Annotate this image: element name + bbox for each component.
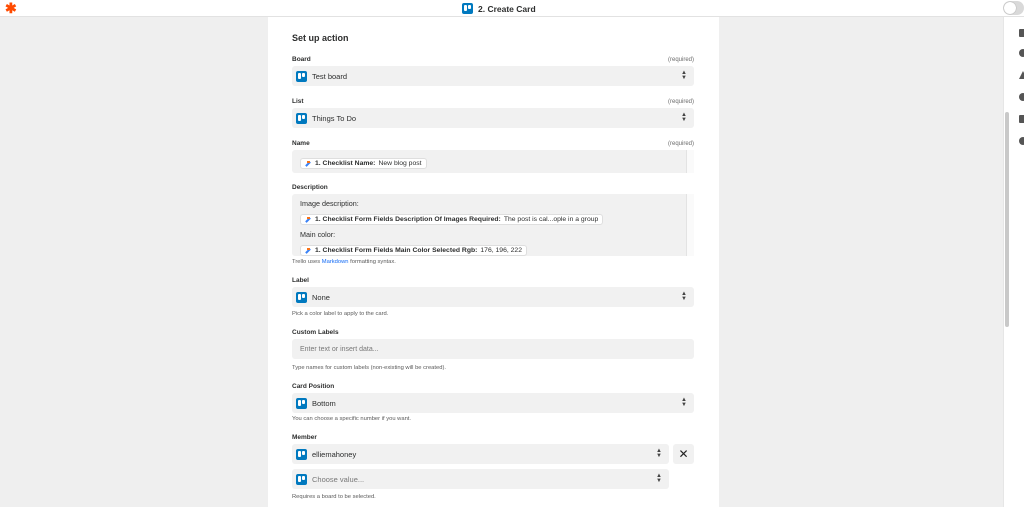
description-hint: Trello uses Markdown formatting syntax. [292, 259, 396, 265]
label-select[interactable]: None ▲ ▼ [292, 287, 694, 307]
list-required: (required) [667, 99, 694, 105]
markdown-link[interactable]: Markdown [322, 259, 349, 265]
sidebar-icon-4[interactable] [1019, 93, 1024, 101]
board-select[interactable]: Test board ▲ ▼ [292, 66, 694, 86]
description-line-1: Image description: [300, 199, 359, 208]
zapier-logo-icon[interactable]: ✱ [5, 1, 18, 15]
trello-icon [296, 112, 307, 124]
custom-labels-label: Custom Labels [292, 329, 339, 336]
description-line-2: Main color: [300, 230, 336, 239]
board-required: (required) [667, 57, 694, 63]
sidebar-icon-2[interactable] [1019, 49, 1024, 57]
name-pill[interactable]: 1. Checklist Name: New blog post [300, 158, 427, 169]
card-position-label: Card Position [292, 383, 335, 390]
description-label: Description [292, 184, 328, 191]
member-select[interactable]: elliemahoney ▲ ▼ [292, 444, 669, 464]
trello-icon [296, 291, 307, 303]
trello-icon [296, 448, 307, 460]
right-sidebar [1003, 17, 1024, 507]
card-position-select[interactable]: Bottom ▲ ▼ [292, 393, 694, 413]
name-required: (required) [667, 141, 694, 147]
select-arrows-icon: ▲ ▼ [681, 291, 687, 302]
hint-prefix: Trello uses [292, 259, 321, 265]
name-pill-key: 1. Checklist Name: [315, 160, 376, 167]
trello-icon [296, 397, 307, 409]
member-hint: Requires a board to be selected. [292, 494, 376, 500]
select-arrows-icon: ▲ ▼ [681, 70, 687, 81]
step-title: 2. Create Card [462, 2, 536, 15]
name-pill-value: New blog post [378, 160, 422, 167]
description-field[interactable]: Image description: 1. Checklist Form Fie… [292, 194, 694, 256]
custom-labels-hint: Type names for custom labels (non-existi… [292, 365, 447, 371]
top-bar: ✱ 2. Create Card [0, 0, 1024, 17]
field-edge [686, 150, 694, 173]
description-pill-1-value: The post is cal...ople in a group [503, 216, 599, 223]
warning-icon[interactable] [1019, 71, 1024, 79]
list-label: List [292, 98, 304, 105]
section-title: Set up action [292, 33, 349, 43]
card-position-value: Bottom [312, 398, 336, 408]
select-arrows-icon: ▲ ▼ [656, 448, 662, 459]
label-hint: Pick a color label to apply to the card. [292, 311, 389, 317]
sidebar-icon-1[interactable] [1019, 29, 1024, 37]
description-pill-1[interactable]: 1. Checklist Form Fields Description Of … [300, 214, 604, 225]
hint-suffix: formatting syntax. [350, 259, 396, 265]
scrollbar[interactable] [1005, 112, 1009, 327]
description-pill-2[interactable]: 1. Checklist Form Fields Main Color Sele… [300, 245, 527, 256]
member-choose-placeholder: Choose value... [312, 474, 365, 484]
label-field-label: Label [292, 277, 309, 284]
trello-icon [296, 473, 307, 485]
description-pill-1-key: 1. Checklist Form Fields Description Of … [315, 216, 501, 223]
trello-icon [462, 3, 473, 14]
custom-labels-input[interactable]: Enter text or insert data... [292, 339, 694, 359]
zapier-step-icon [305, 216, 312, 223]
select-arrows-icon: ▲ ▼ [681, 112, 687, 123]
description-pill-2-value: 176, 196, 222 [480, 247, 522, 254]
description-pill-2-key: 1. Checklist Form Fields Main Color Sele… [315, 247, 478, 254]
sidebar-icon-6[interactable] [1019, 137, 1024, 145]
member-label: Member [292, 434, 317, 441]
toggle-switch[interactable] [1003, 1, 1024, 15]
zapier-step-icon [305, 247, 312, 254]
member-value: elliemahoney [312, 449, 357, 459]
remove-member-button[interactable]: ✕ [673, 444, 694, 464]
list-value: Things To Do [312, 113, 357, 123]
name-field[interactable]: 1. Checklist Name: New blog post [292, 150, 694, 173]
select-arrows-icon: ▲ ▼ [656, 473, 662, 484]
trello-icon [296, 70, 307, 82]
board-value: Test board [312, 71, 348, 81]
step-title-text: 2. Create Card [478, 3, 536, 14]
name-label: Name [292, 140, 310, 147]
list-select[interactable]: Things To Do ▲ ▼ [292, 108, 694, 128]
field-edge [686, 194, 694, 256]
select-arrows-icon: ▲ ▼ [681, 397, 687, 408]
board-label: Board [292, 56, 311, 63]
zapier-step-icon [305, 160, 312, 167]
sidebar-icon-5[interactable] [1019, 115, 1024, 123]
member-choose-select[interactable]: Choose value... ▲ ▼ [292, 469, 669, 489]
label-value: None [312, 292, 330, 302]
card-position-hint: You can choose a specific number if you … [292, 416, 412, 422]
close-icon: ✕ [678, 447, 689, 461]
